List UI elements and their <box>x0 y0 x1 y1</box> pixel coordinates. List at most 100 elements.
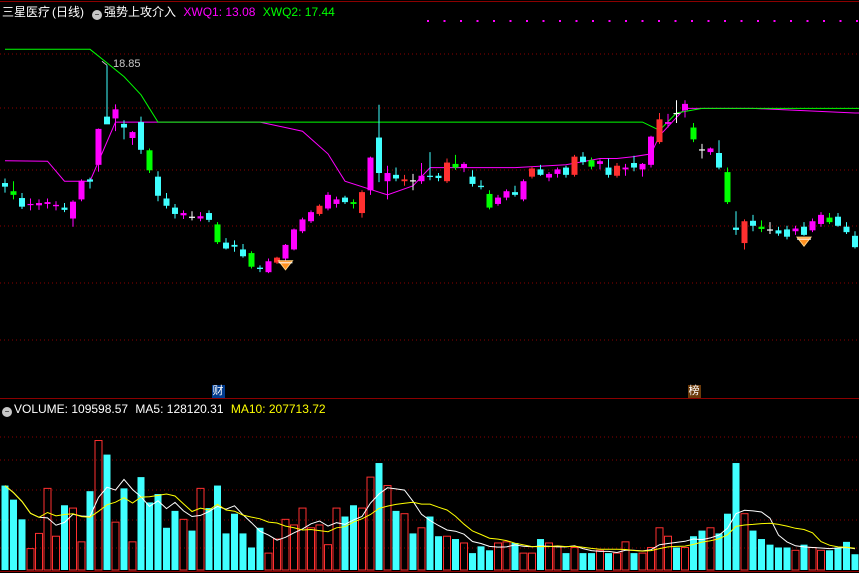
candle[interactable] <box>580 152 586 165</box>
candle[interactable] <box>444 158 450 184</box>
candle[interactable] <box>163 193 170 209</box>
finance-event-badge[interactable]: 财 <box>211 385 225 398</box>
candle[interactable] <box>707 147 714 155</box>
candle[interactable] <box>648 135 654 168</box>
candle[interactable] <box>27 198 34 211</box>
candle[interactable] <box>333 196 340 208</box>
candle[interactable] <box>172 203 178 219</box>
candle[interactable] <box>682 100 688 118</box>
candle[interactable] <box>665 113 671 128</box>
candle[interactable] <box>291 228 297 251</box>
candle[interactable] <box>427 152 433 181</box>
candle[interactable] <box>36 199 42 210</box>
candle[interactable] <box>843 222 850 234</box>
candle[interactable] <box>469 170 476 187</box>
candle[interactable] <box>741 219 748 250</box>
stock-title[interactable]: 三星医疗 <box>2 5 50 19</box>
chart-period[interactable]: (日线) <box>52 5 84 19</box>
stock-chart[interactable] <box>0 0 859 573</box>
candle[interactable] <box>189 211 195 221</box>
candle[interactable] <box>614 163 620 178</box>
candle[interactable] <box>44 198 51 209</box>
candle[interactable] <box>656 112 663 144</box>
candle[interactable] <box>503 189 510 201</box>
candle[interactable] <box>418 163 425 184</box>
candle[interactable] <box>478 180 484 190</box>
candle[interactable] <box>87 177 93 189</box>
candle[interactable] <box>750 214 756 232</box>
collapse-toggle-icon[interactable]: − <box>92 10 103 20</box>
candle[interactable] <box>138 116 144 154</box>
candle[interactable] <box>605 158 612 178</box>
candle[interactable] <box>19 193 25 209</box>
candle[interactable] <box>223 238 229 250</box>
candle[interactable] <box>767 222 773 234</box>
collapse-toggle-icon[interactable]: − <box>2 407 12 417</box>
ranking-event-badge[interactable]: 榜 <box>687 385 701 398</box>
candle[interactable] <box>818 212 824 227</box>
candle[interactable] <box>597 159 603 170</box>
candle[interactable] <box>809 218 816 233</box>
candle[interactable] <box>775 226 782 236</box>
volume-bars[interactable] <box>1 440 859 571</box>
candle[interactable] <box>180 210 187 219</box>
candle[interactable] <box>146 148 153 174</box>
candle[interactable] <box>622 163 629 176</box>
candle[interactable] <box>240 243 246 258</box>
candle[interactable] <box>826 213 833 224</box>
candle[interactable] <box>758 220 765 233</box>
candle[interactable] <box>733 211 739 235</box>
candle[interactable] <box>631 155 637 172</box>
candle[interactable] <box>206 210 212 223</box>
candle[interactable] <box>10 181 17 200</box>
candle[interactable] <box>129 131 136 145</box>
candle[interactable] <box>367 156 374 195</box>
candle[interactable] <box>835 213 841 227</box>
candle[interactable] <box>359 190 365 218</box>
candle[interactable] <box>495 194 501 206</box>
candle[interactable] <box>520 179 527 202</box>
candle[interactable] <box>308 210 314 224</box>
volume-value[interactable]: VOLUME: 109598.57 <box>14 402 128 416</box>
candle[interactable] <box>282 243 289 261</box>
candle[interactable] <box>257 265 263 273</box>
candle[interactable] <box>61 203 68 213</box>
candle[interactable] <box>104 65 110 125</box>
candle[interactable] <box>529 166 535 179</box>
candle[interactable] <box>792 225 799 235</box>
candle[interactable] <box>248 251 255 269</box>
candle[interactable] <box>265 258 272 274</box>
candle[interactable] <box>410 173 416 191</box>
candle[interactable] <box>690 122 697 143</box>
candle[interactable] <box>554 167 561 178</box>
candle[interactable] <box>197 212 204 222</box>
candle[interactable] <box>546 172 552 182</box>
candle[interactable] <box>784 225 790 240</box>
candle[interactable] <box>563 165 569 178</box>
candle[interactable] <box>393 167 399 182</box>
candle[interactable] <box>155 171 161 202</box>
candle[interactable] <box>699 143 705 159</box>
candle[interactable] <box>801 222 807 236</box>
candle[interactable] <box>231 240 238 252</box>
candle[interactable] <box>342 195 348 204</box>
candle[interactable] <box>512 185 518 197</box>
candle[interactable] <box>401 174 408 186</box>
candle[interactable] <box>121 120 127 140</box>
candle[interactable] <box>350 199 357 209</box>
candle[interactable] <box>724 167 731 204</box>
candle[interactable] <box>376 104 382 183</box>
candle[interactable] <box>571 154 578 177</box>
candle[interactable] <box>316 204 323 216</box>
candle[interactable] <box>70 200 76 227</box>
candle[interactable] <box>214 222 221 244</box>
candle[interactable] <box>486 190 493 210</box>
candle[interactable] <box>461 162 467 173</box>
candle[interactable] <box>325 192 331 211</box>
candle[interactable] <box>435 173 442 182</box>
indicator-name[interactable]: 强势上攻介入 <box>104 5 176 19</box>
candle[interactable] <box>299 217 306 234</box>
candlestick-series[interactable] <box>2 65 858 274</box>
candle[interactable] <box>716 140 722 170</box>
candle[interactable] <box>2 178 8 193</box>
